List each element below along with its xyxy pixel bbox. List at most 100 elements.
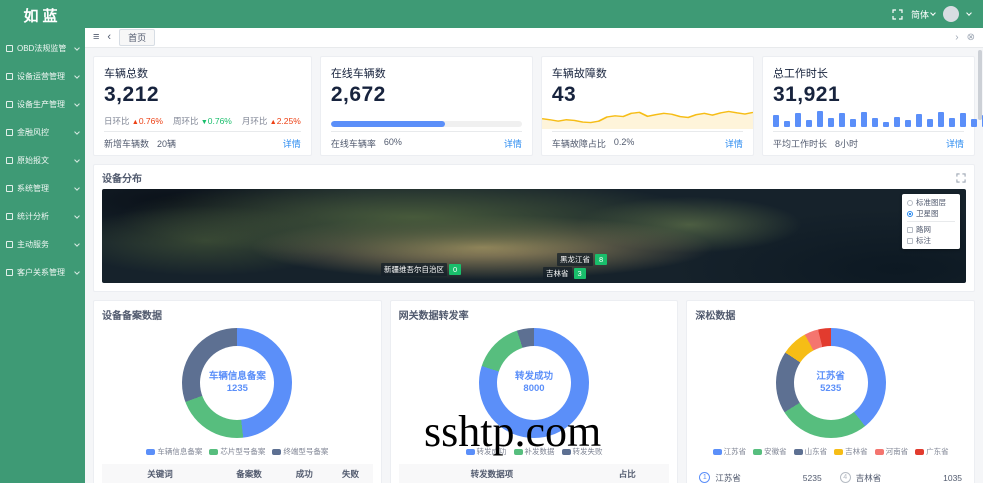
arrow-down-icon: ▼ <box>201 119 208 126</box>
expand-icon[interactable] <box>956 173 966 183</box>
legend-swatch <box>146 449 155 455</box>
panel-title: 设备分布 <box>102 170 142 185</box>
map-badge-xinjiang[interactable]: 新疆维吾尔自治区 0 <box>381 263 461 276</box>
spark-bar <box>773 115 779 127</box>
menu-icon <box>6 101 13 108</box>
user-menu-caret-icon[interactable] <box>966 10 972 16</box>
sidebar-menu-item[interactable]: 原始报文 <box>0 146 85 174</box>
legend-swatch <box>834 449 843 455</box>
layer-check-labels[interactable]: 标注 <box>907 235 955 246</box>
legend-item[interactable]: 转发失败 <box>562 446 603 457</box>
sidebar: 如蓝 OBD法规监管 设备运营管理 设备生产管理 金融风控 <box>0 0 85 483</box>
table-header: 备案数 <box>218 464 280 483</box>
legend-item[interactable]: 安徽省 <box>753 446 787 457</box>
menu-icon <box>6 241 13 248</box>
map-layer-control: 标准图层 卫星图 路网 标注 <box>902 194 960 249</box>
province-rank-list: 1 江苏省 5235 2 安徽省 3553 3 山东省 <box>695 467 966 483</box>
legend-item[interactable]: 江苏省 <box>713 446 747 457</box>
sidebar-menu-item[interactable]: 系统管理 <box>0 174 85 202</box>
spark-bar <box>795 113 801 127</box>
avatar[interactable] <box>943 6 959 22</box>
legend-item[interactable]: 广东省 <box>915 446 949 457</box>
legend-item[interactable]: 车辆信息备案 <box>146 446 202 457</box>
map-badge-jilin[interactable]: 吉林省 3 <box>543 267 586 280</box>
scrollbar-thumb[interactable] <box>978 50 982 120</box>
legend-item[interactable]: 芯片型号备案 <box>209 446 265 457</box>
spark-bar <box>850 119 856 127</box>
sidebar-item-label: 统计分析 <box>17 211 73 222</box>
legend-item[interactable]: 山东省 <box>794 446 828 457</box>
sidebar-item-label: 原始报文 <box>17 155 73 166</box>
layer-radio-satellite[interactable]: 卫星图 <box>907 208 955 219</box>
sidebar-menu-item[interactable]: 统计分析 <box>0 202 85 230</box>
chevron-right-icon[interactable]: › <box>955 32 958 43</box>
sidebar-menu-item[interactable]: 客户关系管理 <box>0 258 85 286</box>
legend-item[interactable]: 河南省 <box>875 446 909 457</box>
work-hours-bar-chart <box>773 109 964 127</box>
table-header: 成功 <box>280 464 328 483</box>
spark-bar <box>817 111 823 127</box>
donut-center-label: 车辆信息备案 1235 <box>182 328 292 438</box>
menu-icon <box>6 269 13 276</box>
forward-donut-chart: 转发成功 8000 <box>479 328 589 438</box>
menu-icon <box>6 157 13 164</box>
checkbox-icon <box>907 238 913 244</box>
card-work-hours: 总工作时长 31,921 平均工作时长 8小时 详情 <box>762 56 975 156</box>
hamburger-icon[interactable]: ≡ <box>93 32 99 43</box>
bottom-panels-row: 设备备案数据 车辆信息备案 1235 车辆信息备案 <box>93 300 975 483</box>
rank-row[interactable]: 1 江苏省 5235 <box>699 467 821 483</box>
sidebar-menu-item[interactable]: 金融风控 <box>0 118 85 146</box>
legend-item[interactable]: 终端型号备案 <box>272 446 328 457</box>
spark-bar <box>938 112 944 127</box>
radio-icon <box>907 200 913 206</box>
chevron-down-icon <box>74 269 80 275</box>
legend-item[interactable]: 转发成功 <box>466 446 507 457</box>
legend-swatch <box>915 449 924 455</box>
sidebar-menu-item[interactable]: 主动服务 <box>0 230 85 258</box>
detail-link[interactable]: 详情 <box>504 137 522 150</box>
sidebar-menu-item[interactable]: OBD法规监管 <box>0 34 85 62</box>
filing-donut-chart: 车辆信息备案 1235 <box>182 328 292 438</box>
online-progress-bar <box>331 121 522 127</box>
chevron-left-icon[interactable]: ‹ <box>107 32 111 43</box>
sidebar-menu-item[interactable]: 设备运营管理 <box>0 62 85 90</box>
fullscreen-icon[interactable] <box>892 9 903 20</box>
legend-item[interactable]: 补发数据 <box>514 446 555 457</box>
card-value: 2,672 <box>331 83 522 107</box>
sidebar-menu-item[interactable]: 设备生产管理 <box>0 90 85 118</box>
ratio-stats: 日环比 ▲0.76% 周环比 ▼0.76% 月环比 ▲2.25% <box>104 115 301 127</box>
card-value: 3,212 <box>104 83 301 107</box>
card-title: 在线车辆数 <box>331 65 522 81</box>
map-badge-heilongjiang[interactable]: 黑龙江省 8 <box>557 253 607 266</box>
legend-swatch <box>562 449 571 455</box>
card-fault-vehicles: 车辆故障数 43 车辆故障占比 0.2% 详情 <box>541 56 754 156</box>
layer-check-roads[interactable]: 路网 <box>907 224 955 235</box>
card-title: 总工作时长 <box>773 65 964 81</box>
menu-icon <box>6 73 13 80</box>
tab-close-all-icon[interactable]: ⊗ <box>967 32 975 43</box>
menu-icon <box>6 185 13 192</box>
legend-item[interactable]: 吉林省 <box>834 446 868 457</box>
forward-table: 转发数据项占比转发成功80%补发数据15%转发失败5% <box>399 464 670 483</box>
detail-link[interactable]: 详情 <box>725 137 743 150</box>
legend-swatch <box>753 449 762 455</box>
spark-bar <box>828 118 834 127</box>
arrow-up-icon: ▲ <box>132 119 139 126</box>
card-online-vehicles: 在线车辆数 2,672 在线车辆率 60% 详情 <box>320 56 533 156</box>
detail-link[interactable]: 详情 <box>283 137 301 150</box>
tab-home[interactable]: 首页 <box>119 29 155 46</box>
spark-bar <box>872 118 878 127</box>
chevron-down-icon <box>74 101 80 107</box>
chevron-down-icon <box>74 45 80 51</box>
detail-link[interactable]: 详情 <box>946 137 964 150</box>
language-selector[interactable]: 简体 <box>911 8 935 21</box>
chevron-down-icon <box>74 157 80 163</box>
layer-radio-standard[interactable]: 标准图层 <box>907 197 955 208</box>
rank-row[interactable]: 4 吉林省 1035 <box>840 467 962 483</box>
card-title: 车辆总数 <box>104 65 301 81</box>
satellite-map[interactable]: 标准图层 卫星图 路网 标注 新疆维吾尔自治区 0 <box>102 189 966 283</box>
card-footer: 新增车辆数 20辆 详情 <box>104 131 301 150</box>
legend-swatch <box>209 449 218 455</box>
legend-swatch <box>514 449 523 455</box>
sidebar-item-label: 金融风控 <box>17 127 73 138</box>
